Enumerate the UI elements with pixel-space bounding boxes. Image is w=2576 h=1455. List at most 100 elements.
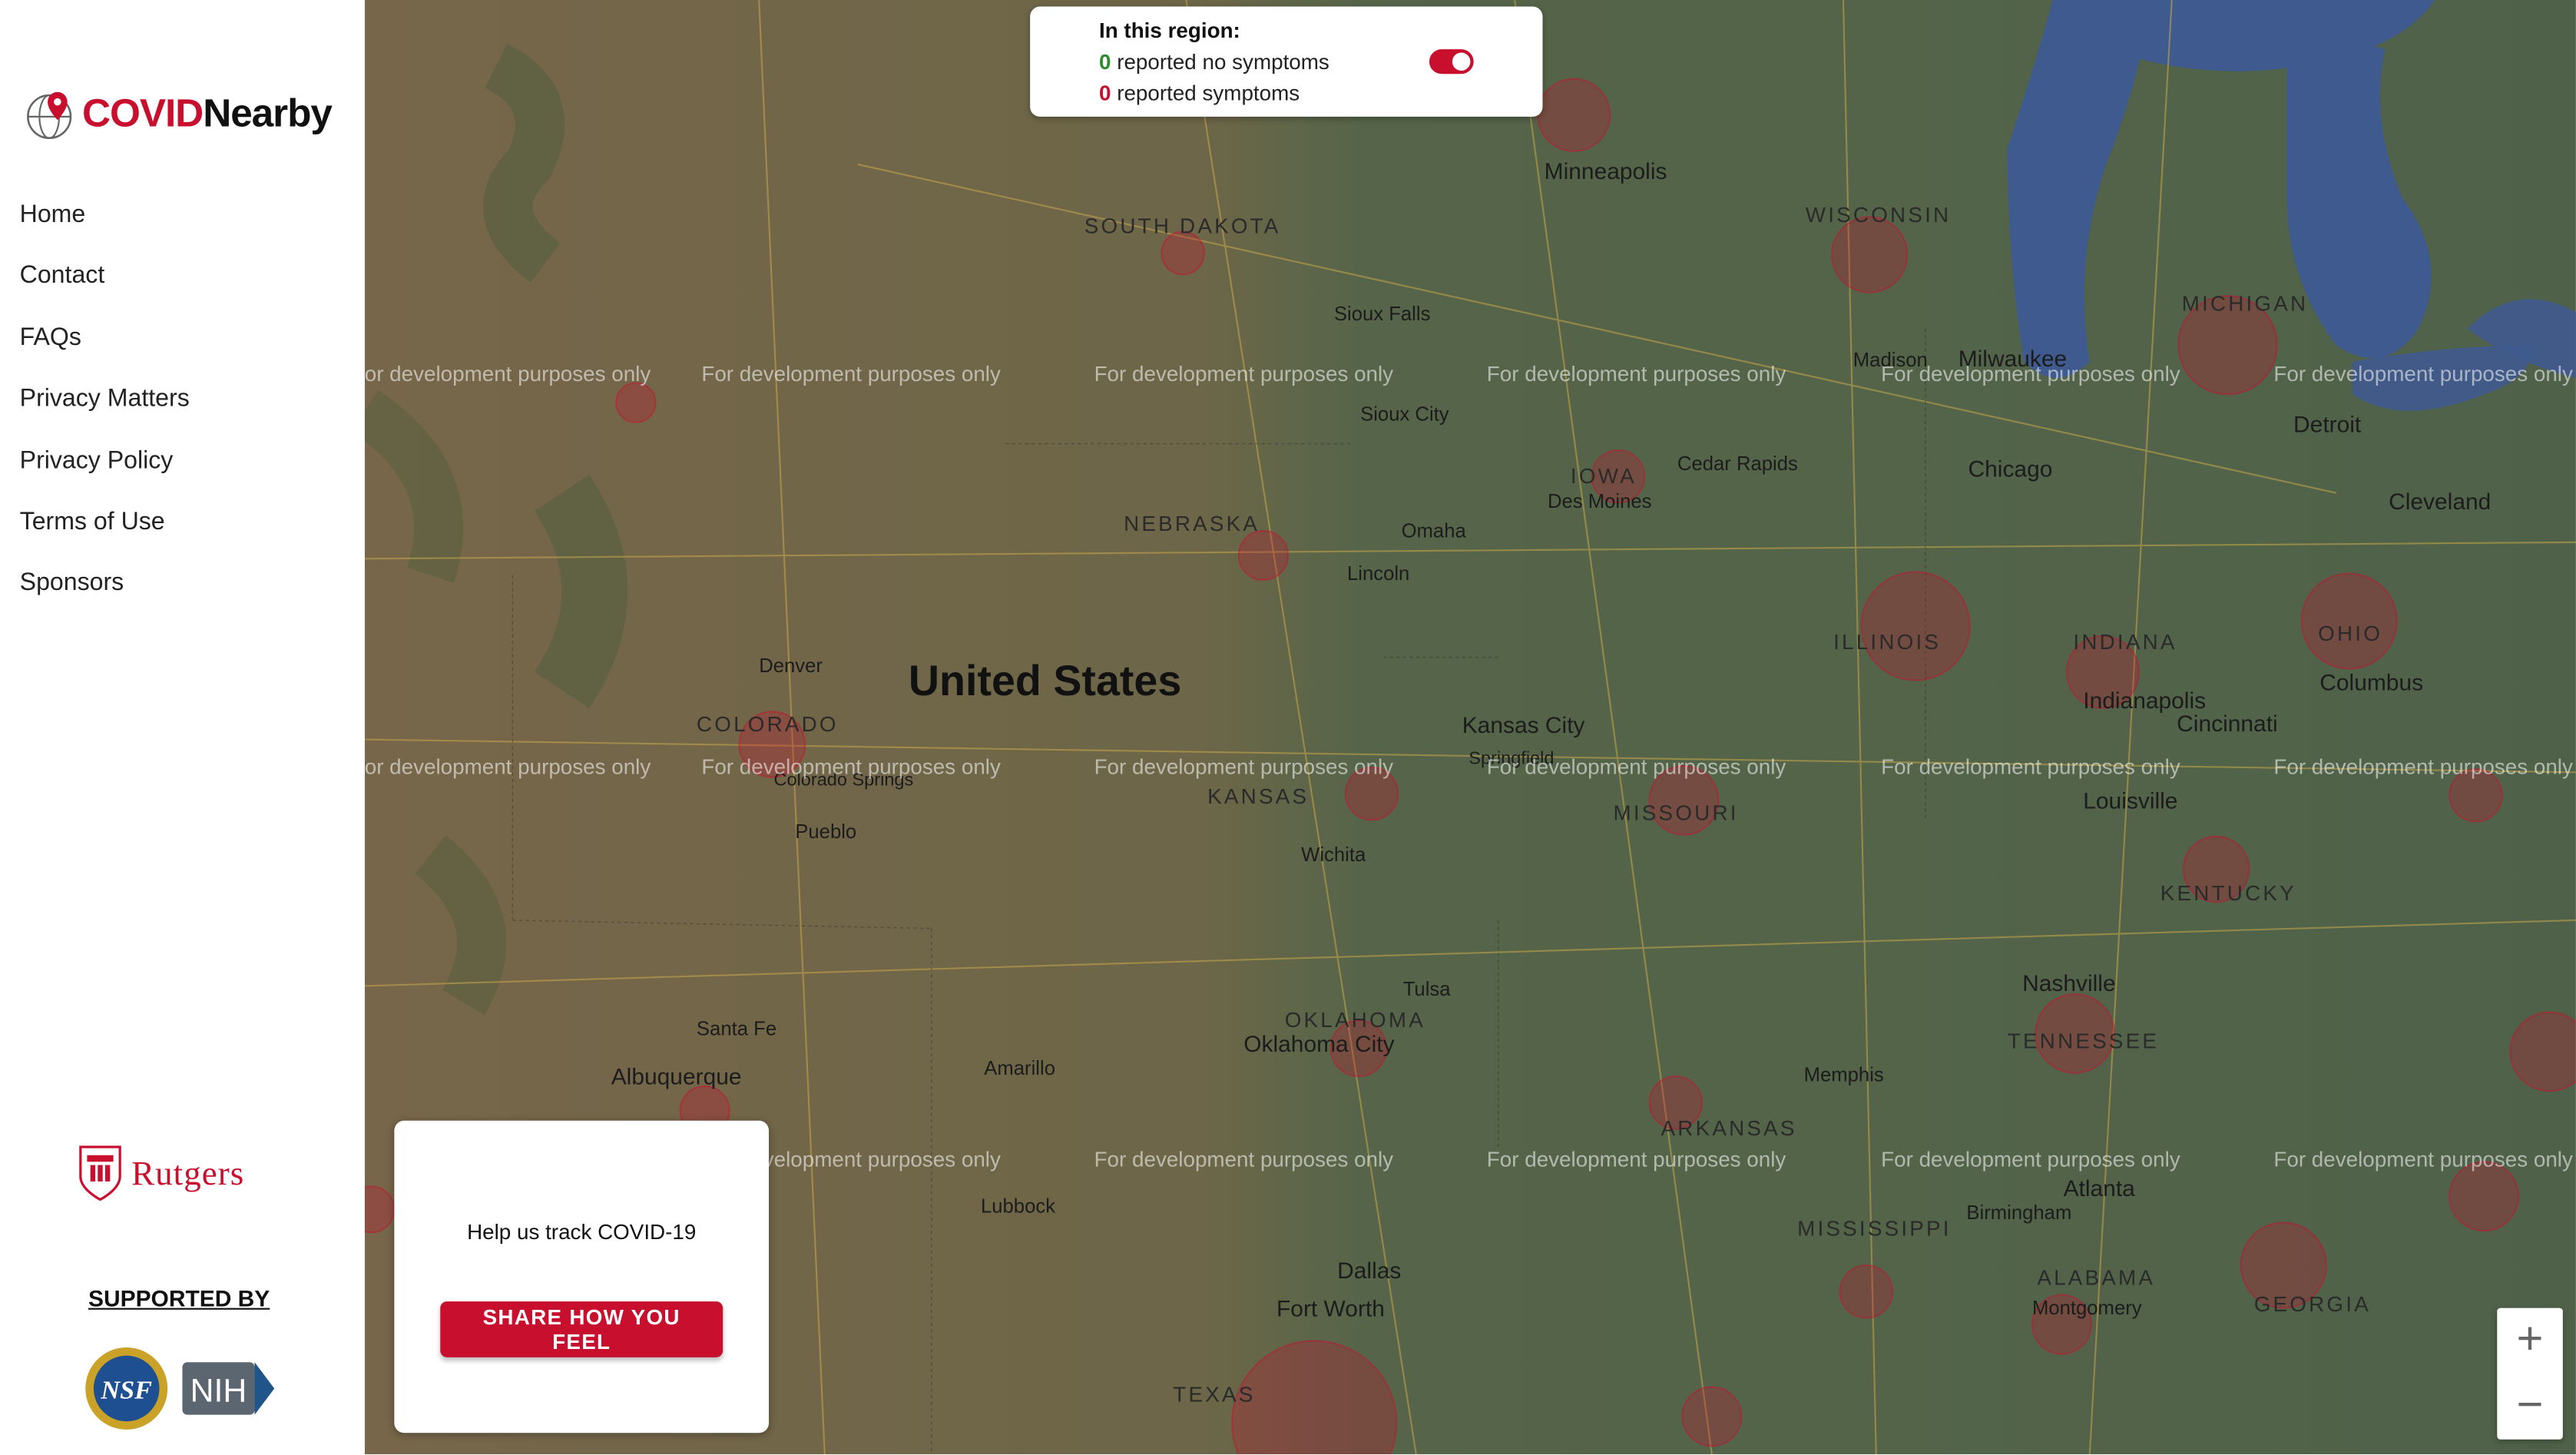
watermark: For development purposes only (1094, 361, 1394, 386)
nsf-logo[interactable]: NSF (82, 1344, 171, 1433)
main-nav: Home Contact FAQs Privacy Matters Privac… (20, 197, 190, 628)
state-label: KENTUCKY (2160, 880, 2296, 906)
state-label: ALABAMA (2037, 1265, 2156, 1291)
watermark: For development purposes only (1486, 754, 1786, 779)
state-label: IOWA (1570, 463, 1637, 489)
rutgers-logo[interactable]: Rutgers (79, 1145, 245, 1201)
city-label: Lincoln (1346, 562, 1410, 585)
watermark: For development purposes only (701, 361, 1001, 386)
city-label: Amarillo (984, 1056, 1055, 1080)
nav-privacy-policy[interactable]: Privacy Policy (20, 443, 190, 505)
brand-covid: COVID (81, 91, 204, 137)
rutgers-wordmark: Rutgers (131, 1152, 245, 1192)
nav-contact[interactable]: Contact (20, 259, 190, 320)
city-label: Kansas City (1462, 711, 1585, 738)
city-label: Cedar Rapids (1677, 452, 1798, 476)
watermark: For development purposes only (1881, 1147, 2180, 1172)
city-label: Louisville (2083, 787, 2178, 814)
watermark: For development purposes only (364, 361, 651, 386)
city-label: Omaha (1401, 519, 1466, 542)
symptoms-toggle[interactable] (1429, 49, 1474, 75)
state-label: ILLINOIS (1833, 629, 1942, 655)
zoom-out-button[interactable]: − (2497, 1374, 2563, 1440)
state-label: WISCONSIN (1805, 202, 1952, 227)
nav-faqs[interactable]: FAQs (20, 320, 190, 382)
city-label: Birmingham (1966, 1201, 2072, 1225)
city-label: Detroit (2293, 410, 2362, 437)
share-how-you-feel-button[interactable]: SHARE HOW YOU FEEL (440, 1301, 723, 1357)
watermark: For development purposes only (364, 754, 651, 779)
city-label: Minneapolis (1544, 157, 1667, 184)
city-label: Sioux City (1360, 403, 1449, 426)
city-label: Pueblo (795, 820, 857, 844)
watermark: For development purposes only (1486, 361, 1786, 386)
share-prompt-text: Help us track COVID-19 (467, 1219, 697, 1245)
zoom-in-button[interactable]: + (2497, 1308, 2563, 1374)
city-label: Memphis (1803, 1062, 1884, 1086)
no-symptoms-row: 0 reported no symptoms (1099, 49, 1329, 74)
zoom-controls: + − (2497, 1308, 2563, 1440)
state-label: NEBRASKA (1124, 511, 1260, 536)
nav-sponsors[interactable]: Sponsors (20, 566, 190, 628)
state-label: INDIANA (2073, 629, 2177, 655)
city-label: Tulsa (1402, 977, 1451, 1001)
state-label: GEORGIA (2253, 1291, 2371, 1317)
city-label: Montgomery (2031, 1296, 2142, 1320)
city-label: Denver (759, 654, 823, 678)
city-label: Sioux Falls (1333, 302, 1431, 326)
city-label: Oklahoma City (1243, 1030, 1395, 1057)
city-label: Cleveland (2389, 488, 2492, 515)
state-label: TEXAS (1173, 1381, 1256, 1407)
city-label: Santa Fe (696, 1017, 777, 1040)
city-label: Columbus (2319, 668, 2424, 695)
nav-terms-of-use[interactable]: Terms of Use (20, 505, 190, 566)
state-label: OKLAHOMA (1284, 1007, 1425, 1032)
supported-by-heading: SUPPORTED BY (88, 1284, 270, 1311)
city-label: Dallas (1337, 1257, 1402, 1284)
watermark: For development purposes only (1486, 1147, 1786, 1172)
city-label: Des Moines (1547, 489, 1652, 513)
brand-logo[interactable]: COVIDNearby (23, 89, 333, 141)
nsf-text: NSF (100, 1376, 152, 1404)
symptoms-count: 0 (1098, 80, 1111, 105)
watermark: For development purposes only (2273, 361, 2573, 386)
nih-text: NIH (190, 1373, 247, 1410)
country-label: United States (908, 655, 1182, 705)
sidebar: COVIDNearby Home Contact FAQs Privacy Ma… (0, 0, 366, 1455)
state-label: MISSISSIPPI (1797, 1215, 1952, 1241)
symptoms-label: reported symptoms (1111, 80, 1300, 105)
nav-home[interactable]: Home (20, 197, 190, 259)
region-title: In this region: (1098, 18, 1240, 43)
nav-privacy-matters[interactable]: Privacy Matters (20, 382, 190, 443)
city-label: Albuquerque (611, 1062, 742, 1090)
city-label: Lubbock (980, 1195, 1056, 1218)
brand-nearby: Nearby (203, 91, 333, 137)
globe-pin-icon (27, 91, 72, 139)
nih-logo[interactable]: NIH (180, 1356, 279, 1422)
watermark: For development purposes only (1094, 754, 1394, 779)
toggle-knob (1452, 52, 1471, 71)
state-label: OHIO (2318, 621, 2383, 646)
city-label: Atlanta (2063, 1175, 2135, 1201)
state-label: MISSOURI (1613, 800, 1739, 825)
state-label: SOUTH DAKOTA (1084, 214, 1281, 239)
region-summary-card: In this region: 0 reported no symptoms 0… (1030, 6, 1543, 117)
watermark: For development purposes only (701, 754, 1001, 779)
state-label: COLORADO (696, 711, 839, 737)
watermark: For development purposes only (1881, 754, 2180, 779)
state-label: KANSAS (1207, 784, 1310, 809)
city-label: Wichita (1301, 843, 1366, 867)
city-label: Chicago (1968, 455, 2053, 482)
watermark: For development purposes only (1094, 1147, 1394, 1172)
share-prompt-card: Help us track COVID-19 SHARE HOW YOU FEE… (394, 1120, 770, 1433)
brand-name: COVIDNearby (81, 91, 333, 138)
city-label: Cincinnati (2177, 710, 2278, 737)
state-label: ARKANSAS (1660, 1115, 1797, 1141)
symptoms-row: 0 reported symptoms (1099, 81, 1300, 105)
no-symptoms-label: reported no symptoms (1111, 49, 1329, 75)
state-label: TENNESSEE (2007, 1029, 2160, 1054)
watermark: For development purposes only (1881, 361, 2180, 386)
city-label: Fort Worth (1276, 1294, 1385, 1321)
rutgers-shield-icon (79, 1145, 121, 1201)
watermark: For development purposes only (2273, 1147, 2573, 1172)
